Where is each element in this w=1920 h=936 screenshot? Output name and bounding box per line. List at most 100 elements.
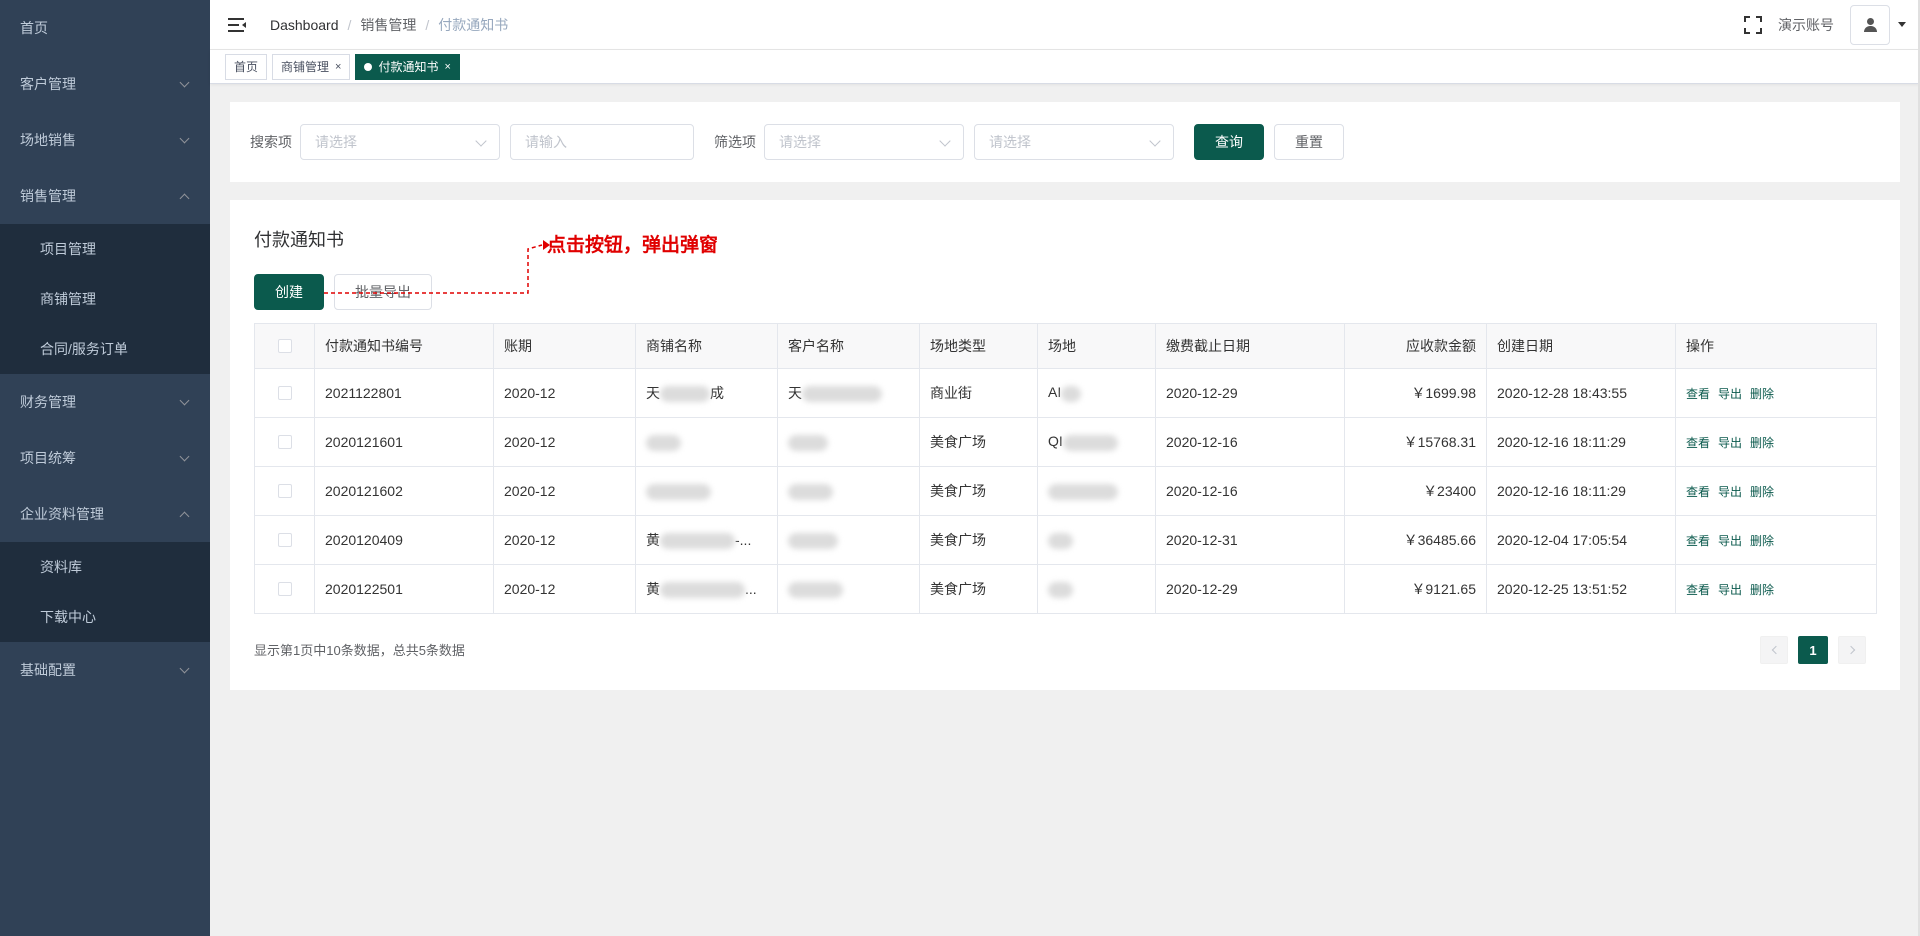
sidebar-item-project-planning[interactable]: 项目统筹: [0, 430, 210, 486]
breadcrumb-separator: /: [425, 16, 430, 33]
row-checkbox[interactable]: [277, 435, 292, 449]
period: 2020-12: [493, 417, 636, 467]
next-page-button[interactable]: [1838, 636, 1866, 664]
venue: AI: [1037, 368, 1156, 418]
select-placeholder: 请选择: [989, 134, 1031, 150]
view-link[interactable]: 查看: [1686, 436, 1710, 450]
deadline: 2020-12-29: [1155, 564, 1345, 614]
period: 2020-12: [493, 368, 636, 418]
delete-link[interactable]: 删除: [1750, 583, 1774, 597]
table-row: 2020121601 2020-12 美食广场 QI 2020-12-16 ￥1…: [254, 417, 1877, 467]
export-link[interactable]: 导出: [1718, 387, 1742, 401]
export-link[interactable]: 导出: [1718, 436, 1742, 450]
tag-shop-management[interactable]: 商铺管理 ×: [272, 53, 351, 80]
prev-page-button[interactable]: [1760, 636, 1788, 664]
delete-link[interactable]: 删除: [1750, 387, 1774, 401]
tag-label: 付款通知书: [378, 60, 439, 74]
tag-home[interactable]: 首页: [225, 53, 268, 80]
sidebar-subitem-contracts[interactable]: 合同/服务订单: [0, 324, 210, 374]
chevron-down-icon: [939, 135, 951, 147]
breadcrumb-sales[interactable]: 销售管理: [360, 15, 416, 35]
chevron-down-icon: [1149, 135, 1161, 147]
venue: [1037, 515, 1156, 565]
table-row: 2020121602 2020-12 美食广场 2020-12-16 ￥2340…: [254, 466, 1877, 516]
search-field-select[interactable]: 请选择: [300, 124, 500, 160]
sidebar-item-finance[interactable]: 财务管理: [0, 374, 210, 430]
created-date: 2020-12-16 18:11:29: [1486, 417, 1676, 467]
chevron-left-icon: [1771, 645, 1780, 655]
row-actions: 查看 导出 删除: [1675, 564, 1877, 614]
breadcrumb-current: 付款通知书: [438, 16, 509, 33]
row-checkbox[interactable]: [277, 386, 292, 400]
reset-button[interactable]: 重置: [1274, 124, 1344, 160]
sidebar-subitem-shops[interactable]: 商铺管理: [0, 274, 210, 324]
breadcrumb: Dashboard / 销售管理 / 付款通知书: [270, 15, 508, 35]
sidebar-item-home[interactable]: 首页: [0, 0, 210, 56]
sidebar-item-enterprise-docs[interactable]: 企业资料管理: [0, 486, 210, 542]
sidebar-subitem-library[interactable]: 资料库: [0, 542, 210, 592]
menu-toggle-icon[interactable]: [228, 17, 246, 33]
payment-notice-table: 付款通知书编号 账期 商铺名称 客户名称 场地类型 场地 缴费截止日期 应收款金…: [254, 323, 1877, 614]
row-actions: 查看 导出 删除: [1675, 466, 1877, 516]
select-all-checkbox[interactable]: [277, 339, 292, 353]
shop-name: 黄 -...: [635, 515, 778, 565]
notice-id: 2021122801: [314, 368, 494, 418]
close-icon[interactable]: ×: [335, 61, 341, 73]
docs-submenu: 资料库 下载中心: [0, 542, 210, 642]
close-icon[interactable]: ×: [444, 61, 450, 73]
breadcrumb-dashboard[interactable]: Dashboard: [270, 17, 339, 33]
sidebar-item-venue-sales[interactable]: 场地销售: [0, 112, 210, 168]
caret-down-icon[interactable]: [1898, 22, 1906, 27]
view-link[interactable]: 查看: [1686, 534, 1710, 548]
fullscreen-icon[interactable]: [1744, 15, 1762, 34]
chevron-down-icon: [475, 135, 487, 147]
view-link[interactable]: 查看: [1686, 387, 1710, 401]
create-button[interactable]: 创建: [254, 274, 324, 310]
export-link[interactable]: 导出: [1718, 583, 1742, 597]
user-icon: [1863, 17, 1877, 32]
notice-id: 2020121602: [314, 466, 494, 516]
sidebar-item-customers[interactable]: 客户管理: [0, 56, 210, 112]
created-date: 2020-12-04 17:05:54: [1486, 515, 1676, 565]
filter-select-1[interactable]: 请选择: [764, 124, 964, 160]
filter-select-2[interactable]: 请选择: [974, 124, 1174, 160]
chevron-up-icon: [179, 511, 190, 521]
row-checkbox[interactable]: [277, 582, 292, 596]
list-panel: 付款通知书 创建 批量导出 点击按钮，弹出弹窗 付款通知书编号 账期 商铺名称 …: [230, 200, 1900, 690]
batch-export-button[interactable]: 批量导出: [334, 274, 432, 310]
created-date: 2020-12-28 18:43:55: [1486, 368, 1676, 418]
period: 2020-12: [493, 466, 636, 516]
search-panel: 搜索项 请选择 请输入 筛选项 请选择 请选择 查询 重置: [230, 102, 1900, 182]
delete-link[interactable]: 删除: [1750, 485, 1774, 499]
row-checkbox[interactable]: [277, 533, 292, 547]
pagination: 1: [1750, 636, 1866, 664]
column-header: 账期: [493, 323, 636, 369]
column-header: 创建日期: [1486, 323, 1676, 369]
export-link[interactable]: 导出: [1718, 534, 1742, 548]
notice-id: 2020120409: [314, 515, 494, 565]
tag-payment-notice[interactable]: 付款通知书 ×: [355, 53, 460, 80]
sidebar-item-label: 基础配置: [20, 662, 76, 678]
sidebar-item-sales-management[interactable]: 销售管理: [0, 168, 210, 224]
chevron-down-icon: [179, 133, 190, 143]
page-number-current[interactable]: 1: [1798, 636, 1828, 664]
sidebar-item-base-config[interactable]: 基础配置: [0, 642, 210, 698]
filter-label: 筛选项: [714, 134, 756, 150]
delete-link[interactable]: 删除: [1750, 534, 1774, 548]
sidebar-subitem-downloads[interactable]: 下载中心: [0, 592, 210, 642]
created-date: 2020-12-16 18:11:29: [1486, 466, 1676, 516]
export-link[interactable]: 导出: [1718, 485, 1742, 499]
venue-type: 美食广场: [919, 564, 1038, 614]
sidebar-item-label: 企业资料管理: [20, 506, 104, 522]
customer-name: [777, 466, 920, 516]
delete-link[interactable]: 删除: [1750, 436, 1774, 450]
view-link[interactable]: 查看: [1686, 583, 1710, 597]
view-link[interactable]: 查看: [1686, 485, 1710, 499]
sidebar-item-label: 财务管理: [20, 394, 76, 410]
row-checkbox[interactable]: [277, 484, 292, 498]
avatar[interactable]: [1850, 4, 1890, 45]
search-input[interactable]: 请输入: [510, 124, 694, 160]
deadline: 2020-12-29: [1155, 368, 1345, 418]
sidebar-subitem-projects[interactable]: 项目管理: [0, 224, 210, 274]
query-button[interactable]: 查询: [1194, 124, 1264, 160]
